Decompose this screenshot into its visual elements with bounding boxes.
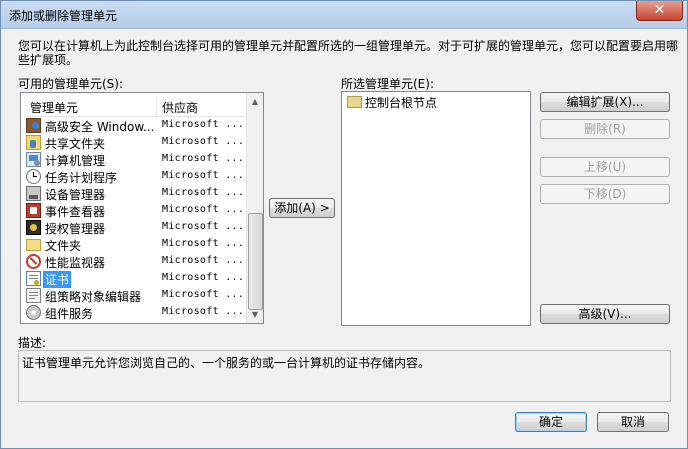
snapin-name: 文件夹: [45, 239, 82, 253]
scroll-down-arrow-icon[interactable]: ▼: [247, 306, 263, 323]
task-scheduler-icon: [26, 169, 41, 184]
close-icon: ✕: [653, 2, 666, 18]
selected-snapins-tree[interactable]: 控制台根节点: [341, 91, 531, 326]
snapin-vendor: Microsoft ...: [162, 136, 245, 147]
device-manager-icon: [26, 186, 41, 201]
edit-extensions-button[interactable]: 编辑扩展(X)...: [540, 92, 670, 112]
tree-item-console-root[interactable]: 控制台根节点: [365, 94, 437, 111]
column-header-vendor[interactable]: 供应商: [162, 99, 198, 116]
snapin-vendor: Microsoft ...: [162, 204, 245, 215]
snapin-name: 共享文件夹: [45, 137, 106, 151]
folder-icon: [347, 96, 362, 108]
certificates-icon: [26, 271, 41, 286]
list-item[interactable]: 文件夹 Microsoft ...: [24, 236, 261, 253]
event-viewer-icon: [26, 203, 41, 218]
move-down-button[interactable]: 下移(D): [540, 184, 670, 204]
description-text: 证书管理单元允许您浏览自己的、一个服务的或一台计算机的证书存储内容。: [22, 356, 431, 370]
description-label: 描述:: [18, 336, 47, 350]
list-item[interactable]: 组策略对象编辑器 Microsoft ...: [24, 287, 261, 304]
computer-management-icon: [26, 152, 41, 167]
firewall-icon: [26, 118, 41, 133]
authorization-manager-icon: [26, 220, 41, 235]
snapin-vendor: Microsoft ...: [162, 187, 245, 198]
column-separator[interactable]: [156, 96, 157, 116]
folder-icon: [26, 239, 41, 251]
list-item[interactable]: 事件查看器 Microsoft ...: [24, 202, 261, 219]
snapin-vendor: Microsoft ...: [162, 238, 245, 249]
shared-folder-icon: [26, 135, 41, 150]
window-title: 添加或删除管理单元: [9, 9, 118, 23]
snapin-name: 性能监视器: [45, 256, 106, 270]
snapin-vendor: Microsoft ...: [162, 119, 245, 130]
list-item[interactable]: 任务计划程序 Microsoft ...: [24, 168, 261, 185]
ok-button[interactable]: 确定: [515, 412, 587, 432]
add-remove-snapins-dialog: 添加或删除管理单元 ✕ 您可以在计算机上为此控制台选择可用的管理单元并配置所选的…: [0, 0, 688, 449]
vertical-scrollbar[interactable]: ▲ ▼: [246, 93, 263, 323]
snapin-vendor: Microsoft ...: [162, 153, 245, 164]
scroll-up-arrow-icon[interactable]: ▲: [247, 93, 263, 110]
performance-monitor-icon: [26, 254, 41, 269]
list-item[interactable]: 组件服务 Microsoft ...: [24, 304, 261, 321]
move-up-button[interactable]: 上移(U): [540, 157, 670, 177]
list-item[interactable]: 设备管理器 Microsoft ...: [24, 185, 261, 202]
snapin-name: 计算机管理: [45, 154, 106, 168]
title-bar[interactable]: 添加或删除管理单元 ✕: [1, 1, 687, 29]
scroll-thumb[interactable]: [248, 213, 263, 310]
column-header-snapin[interactable]: 管理单元: [30, 99, 78, 116]
close-button[interactable]: ✕: [636, 1, 683, 21]
snapin-name: 证书: [43, 271, 72, 288]
snapin-vendor: Microsoft ...: [162, 221, 245, 232]
snapin-name: 组策略对象编辑器: [45, 290, 142, 304]
snapin-name: 授权管理器: [45, 222, 106, 236]
list-item[interactable]: 高级安全 Window... Microsoft ...: [24, 117, 261, 134]
list-item[interactable]: 授权管理器 Microsoft ...: [24, 219, 261, 236]
snapin-vendor: Microsoft ...: [162, 289, 245, 300]
add-button[interactable]: 添加(A) >: [269, 198, 335, 218]
advanced-button[interactable]: 高级(V)...: [540, 304, 670, 324]
intro-text: 您可以在计算机上为此控制台选择可用的管理单元并配置所选的一组管理单元。对于可扩展…: [18, 39, 679, 67]
available-snapins-label: 可用的管理单元(S):: [18, 77, 124, 91]
selected-snapins-label: 所选管理单元(E):: [341, 77, 434, 91]
remove-button[interactable]: 删除(R): [540, 119, 670, 139]
snapin-vendor: Microsoft ...: [162, 255, 245, 266]
snapin-name: 设备管理器: [45, 188, 106, 202]
cancel-button[interactable]: 取消: [597, 412, 669, 432]
list-item[interactable]: 计算机管理 Microsoft ...: [24, 151, 261, 168]
list-header: 管理单元 供应商: [24, 96, 261, 117]
list-item-selected[interactable]: 证书 Microsoft ...: [24, 270, 261, 288]
group-policy-icon: [26, 288, 41, 303]
available-snapins-list[interactable]: 管理单元 供应商 高级安全 Window... Microsoft ... 共享…: [20, 92, 264, 324]
snapin-name: 任务计划程序: [45, 171, 118, 185]
list-item[interactable]: 共享文件夹 Microsoft ...: [24, 134, 261, 151]
description-box: 证书管理单元允许您浏览自己的、一个服务的或一台计算机的证书存储内容。: [18, 350, 671, 402]
component-services-icon: [26, 305, 41, 320]
snapin-vendor: Microsoft ...: [162, 272, 245, 283]
snapin-name: 高级安全 Window...: [45, 120, 155, 134]
snapin-vendor: Microsoft ...: [162, 306, 245, 317]
snapin-name: 事件查看器: [45, 205, 106, 219]
snapin-name: 组件服务: [45, 307, 94, 321]
list-item[interactable]: 性能监视器 Microsoft ...: [24, 253, 261, 270]
snapin-vendor: Microsoft ...: [162, 170, 245, 181]
